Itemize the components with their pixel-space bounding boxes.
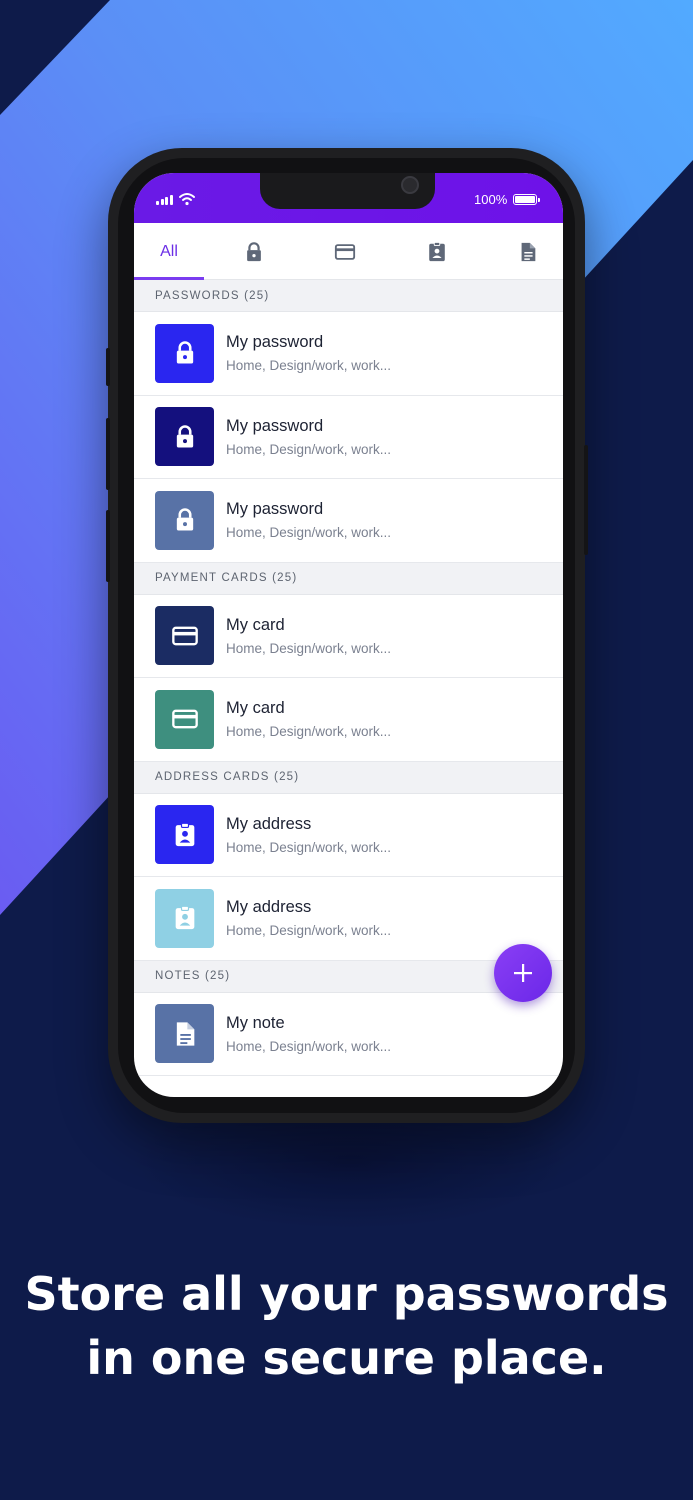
- contact-card-icon: [429, 241, 445, 261]
- tab-address-cards[interactable]: [402, 223, 472, 280]
- battery-percentage: 100%: [474, 192, 508, 207]
- list-item[interactable]: My card Home, Design/work, work...: [134, 678, 563, 762]
- section-header-passwords: PASSWORDS (25): [134, 280, 563, 312]
- credit-card-icon: [334, 243, 356, 260]
- plus-icon: [514, 964, 532, 982]
- item-icon-tile: [155, 407, 214, 467]
- item-title: My note: [226, 1013, 285, 1032]
- item-icon-tile: [155, 689, 214, 749]
- lock-icon: [247, 241, 261, 261]
- category-tabs: All: [134, 223, 563, 280]
- add-item-button[interactable]: [494, 944, 552, 1002]
- headline-line-2: in one secure place.: [86, 1331, 607, 1385]
- phone-power-button: [584, 445, 588, 555]
- item-subtitle: Home, Design/work, work...: [226, 1038, 392, 1054]
- phone-volume-up: [106, 418, 110, 490]
- contact-card-icon: [175, 822, 194, 846]
- lock-icon: [176, 341, 193, 364]
- credit-card-icon: [171, 709, 198, 729]
- tab-notes[interactable]: [493, 223, 563, 280]
- tab-passwords[interactable]: [219, 223, 289, 280]
- item-subtitle: Home, Design/work, work...: [226, 525, 392, 541]
- lock-icon: [176, 425, 193, 448]
- item-title: My password: [226, 500, 324, 519]
- item-subtitle: Home, Design/work, work...: [226, 640, 392, 656]
- lock-icon: [176, 508, 193, 531]
- item-icon-tile: [155, 490, 214, 550]
- item-title: My password: [226, 333, 324, 352]
- item-title: My address: [226, 814, 312, 833]
- list-item[interactable]: My password Home, Design/work, work...: [134, 396, 563, 479]
- item-title: My password: [226, 416, 324, 435]
- item-subtitle: Home, Design/work, work...: [226, 441, 392, 457]
- battery-icon: [513, 194, 540, 205]
- notch: [260, 173, 435, 209]
- item-subtitle: Home, Design/work, work...: [226, 839, 392, 855]
- list-item[interactable]: My note Home, Design/work, work...: [134, 993, 563, 1076]
- status-bar: 100%: [134, 173, 563, 223]
- item-icon-tile: [155, 323, 214, 383]
- item-icon-tile: [155, 606, 214, 666]
- item-title: My card: [226, 615, 285, 634]
- signal-icon: [156, 195, 174, 205]
- front-camera: [401, 176, 419, 194]
- list-item[interactable]: My card Home, Design/work, work...: [134, 595, 563, 678]
- item-title: My card: [226, 699, 285, 718]
- item-icon-tile: [155, 1004, 214, 1064]
- document-icon: [521, 242, 536, 261]
- tab-all[interactable]: All: [134, 223, 204, 280]
- document-icon: [176, 1022, 194, 1046]
- list-item[interactable]: My address Home, Design/work, work...: [134, 877, 563, 961]
- app-screen: 100% All PASSWORDS (25) My password Home…: [134, 173, 563, 1097]
- credit-card-icon: [171, 626, 198, 646]
- item-subtitle: Home, Design/work, work...: [226, 724, 392, 740]
- item-title: My address: [226, 898, 312, 917]
- section-header-address-cards: ADDRESS CARDS (25): [134, 761, 563, 794]
- list-item[interactable]: My address Home, Design/work, work...: [134, 794, 563, 877]
- tab-payment-cards[interactable]: [310, 223, 380, 280]
- headline-line-1: Store all your passwords: [24, 1267, 669, 1321]
- section-header-payment-cards: PAYMENT CARDS (25): [134, 562, 563, 595]
- tab-all-label: All: [160, 242, 178, 260]
- item-icon-tile: [155, 888, 214, 948]
- list-item[interactable]: My password Home, Design/work, work...: [134, 312, 563, 396]
- phone-mute-switch: [106, 348, 110, 386]
- item-icon-tile: [155, 805, 214, 865]
- item-subtitle: Home, Design/work, work...: [226, 923, 392, 939]
- marketing-headline: Store all your passwords in one secure p…: [0, 1262, 693, 1390]
- contact-card-icon: [175, 906, 194, 930]
- phone-volume-down: [106, 510, 110, 582]
- item-subtitle: Home, Design/work, work...: [226, 358, 392, 374]
- list-item[interactable]: My password Home, Design/work, work...: [134, 479, 563, 563]
- wifi-icon: [179, 193, 195, 206]
